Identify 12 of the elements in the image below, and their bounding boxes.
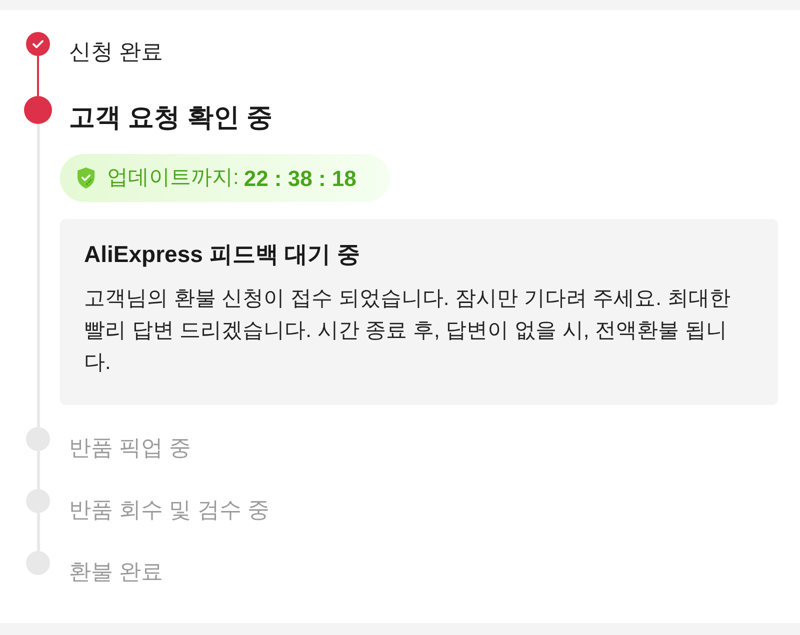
notice-title: AliExpress 피드백 대기 중	[84, 240, 362, 269]
step-label: 반품 픽업 중	[68, 434, 192, 462]
step-label: 고객 요청 확인 중	[68, 101, 274, 134]
shield-check-icon	[77, 167, 95, 189]
step-label: 반품 회수 및 검수 중	[68, 496, 270, 524]
timeline-connector	[37, 56, 39, 96]
countdown-label: 업데이트까지:	[107, 165, 239, 192]
check-circle-icon	[26, 32, 50, 56]
step-label: 환불 완료	[68, 558, 164, 586]
countdown-time: 22 : 38 : 18	[244, 164, 356, 192]
step-label: 신청 완료	[68, 38, 164, 66]
notice-text: 고객님의 환불 신청이 접수 되었습니다. 잠시만 기다려 주세요. 최대한 빨리 답변 드리겠습니다. 시간 종료 후, 답변이 없을 시, 전액환불 됩니다.	[84, 286, 732, 376]
